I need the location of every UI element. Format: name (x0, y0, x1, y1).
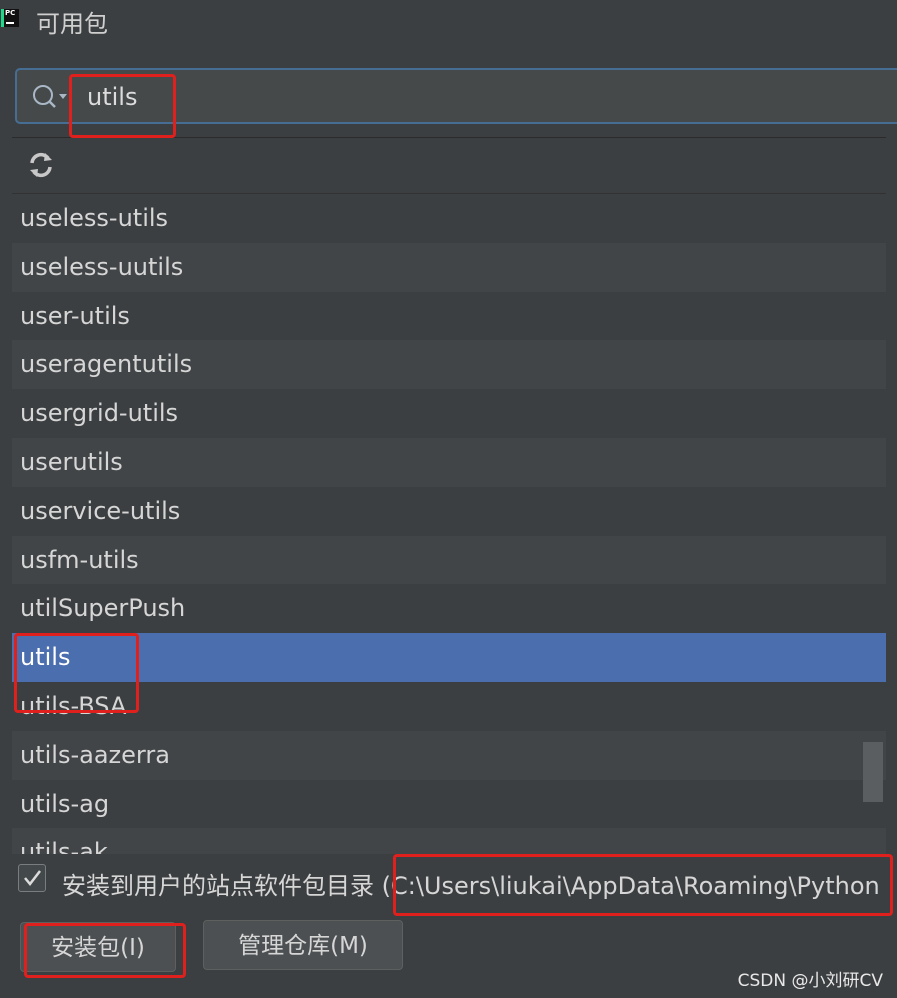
package-list-items: useless-utils useless-uutils user-utils use… (12, 194, 886, 854)
search-icon[interactable] (31, 83, 71, 111)
package-list-item[interactable]: user-utils (12, 291, 886, 341)
install-to-user-site-label[interactable]: 安装到用户的站点软件包目录 (C:\Users\liukai\AppData\R… (62, 866, 880, 901)
package-list-item[interactable]: usfm-utils (12, 535, 886, 585)
package-list-item[interactable]: utils-BSA (12, 681, 886, 731)
install-package-button[interactable]: 安装包(I) (20, 922, 176, 972)
manage-repositories-button[interactable]: 管理仓库(M) (203, 920, 403, 970)
pycharm-app-icon (1, 9, 19, 27)
window-title: 可用包 (36, 10, 108, 38)
package-list-item[interactable]: useragentutils (12, 340, 886, 390)
package-list-item[interactable]: userutils (12, 437, 886, 487)
install-to-user-site-checkbox[interactable] (18, 864, 46, 892)
package-list[interactable]: useless-utils useless-uutils user-utils use… (12, 137, 886, 854)
title-bar: 可用包 (0, 0, 897, 44)
search-field[interactable] (15, 68, 897, 124)
checkmark-icon (24, 870, 41, 886)
package-list-item[interactable]: usergrid-utils (12, 389, 886, 438)
package-list-item[interactable]: utils-ak (12, 828, 886, 854)
package-list-item[interactable]: useless-utils (12, 194, 886, 243)
package-list-item[interactable]: utilSuperPush (12, 584, 886, 634)
package-list-item[interactable]: uservice-utils (12, 486, 886, 536)
package-list-item[interactable]: utils-ag (12, 779, 886, 829)
list-toolbar (12, 138, 886, 194)
refresh-icon[interactable] (26, 150, 56, 180)
scrollbar-track[interactable] (886, 137, 897, 853)
package-list-item[interactable]: utils-aazerra (12, 730, 886, 780)
package-list-item[interactable]: useless-uutils (12, 242, 886, 292)
search-input[interactable] (85, 76, 789, 118)
package-list-item[interactable]: utils (12, 633, 886, 682)
scrollbar-thumb[interactable] (863, 742, 883, 802)
watermark: CSDN @小刘研CV (737, 971, 883, 991)
